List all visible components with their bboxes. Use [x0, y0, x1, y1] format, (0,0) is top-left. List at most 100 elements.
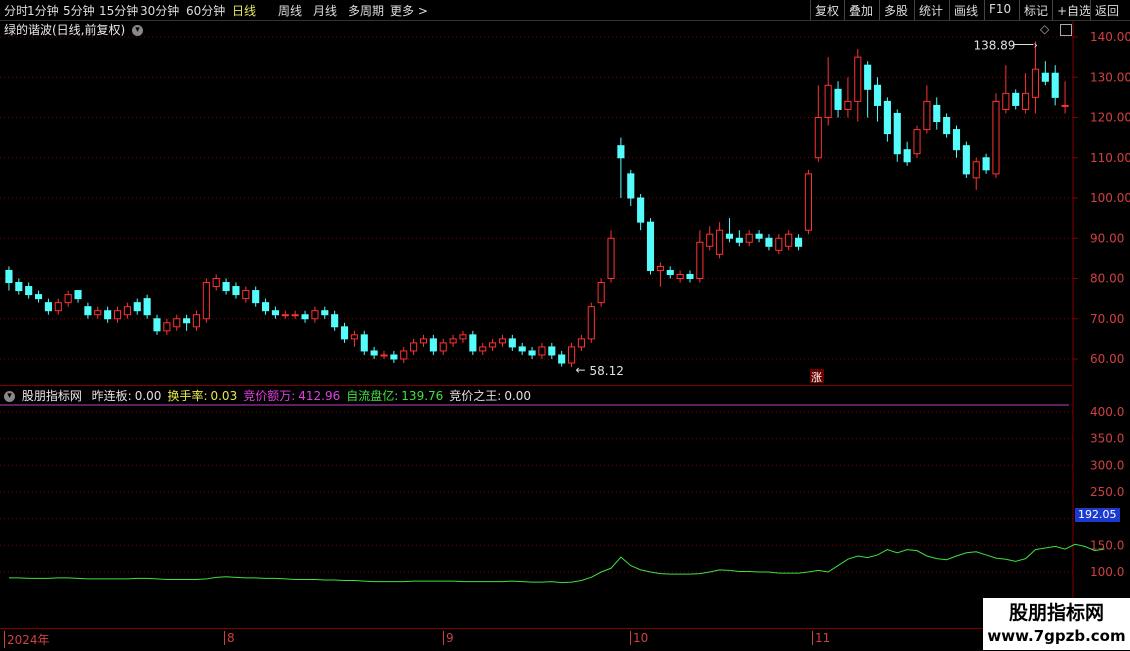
candle[interactable] — [1031, 68, 1040, 98]
diamond-icon[interactable]: ◇ — [1040, 22, 1049, 36]
candle[interactable] — [834, 88, 842, 110]
candle[interactable] — [913, 129, 921, 155]
candle[interactable] — [5, 269, 13, 284]
candle[interactable] — [518, 346, 526, 352]
candle[interactable] — [824, 84, 832, 119]
candle[interactable] — [696, 241, 704, 279]
period-tab-3[interactable]: 15分钟 — [99, 2, 138, 19]
candle[interactable] — [212, 278, 220, 288]
candle[interactable] — [340, 326, 349, 340]
candle[interactable] — [192, 314, 201, 328]
candle[interactable] — [716, 229, 724, 255]
candle[interactable] — [64, 294, 72, 304]
candle[interactable] — [883, 100, 891, 135]
candle[interactable] — [25, 286, 33, 296]
period-tab-2[interactable]: 5分钟 — [63, 2, 95, 19]
candle[interactable] — [528, 350, 536, 356]
candle[interactable] — [873, 84, 882, 106]
candle[interactable] — [775, 237, 783, 251]
candle[interactable] — [952, 129, 961, 151]
candle[interactable] — [113, 310, 122, 320]
period-tab-1[interactable]: 1分钟 — [27, 2, 59, 19]
candle[interactable] — [548, 346, 556, 356]
candle[interactable] — [262, 302, 270, 312]
candle[interactable] — [153, 318, 161, 332]
candle[interactable] — [331, 314, 339, 328]
candle[interactable] — [706, 233, 714, 247]
candle[interactable] — [972, 161, 980, 179]
period-tab-6[interactable]: 日线 — [232, 2, 256, 19]
toolbar-button-7[interactable]: +自选 — [1057, 2, 1091, 19]
candle[interactable] — [577, 338, 585, 348]
candle[interactable] — [44, 302, 52, 312]
candle[interactable] — [163, 322, 171, 332]
candle[interactable] — [982, 157, 990, 171]
candle[interactable] — [143, 298, 151, 316]
toolbar-button-8[interactable]: 返回 — [1095, 2, 1119, 19]
candle[interactable] — [508, 338, 516, 348]
candle[interactable] — [923, 100, 931, 131]
candlestick-chart[interactable]: 140.00 130.00 120.00 110.00 100.00 90.00 80.00… — [0, 21, 1130, 406]
candle[interactable] — [725, 233, 734, 239]
candle[interactable] — [597, 282, 605, 304]
panel-toggle-icon[interactable] — [1060, 24, 1072, 36]
toolbar-button-5[interactable]: F10 — [989, 2, 1011, 16]
candle[interactable] — [1022, 92, 1030, 110]
candle[interactable] — [271, 310, 279, 316]
candle[interactable] — [242, 290, 250, 300]
candle[interactable] — [785, 233, 793, 247]
candle[interactable] — [745, 233, 753, 243]
candle[interactable] — [1041, 72, 1049, 82]
candle[interactable] — [429, 338, 437, 352]
period-tab-10[interactable]: 更多 > — [390, 2, 428, 19]
indicator-chart[interactable]: 400.0350.0300.0250.0150.0100.0 — [0, 403, 1130, 628]
candle[interactable] — [814, 117, 822, 159]
stock-title[interactable]: 绿的谐波(日线,前复权) ▾ — [4, 21, 144, 38]
candle[interactable] — [222, 282, 230, 292]
candle[interactable] — [449, 338, 457, 344]
candle[interactable] — [854, 56, 862, 102]
candle[interactable] — [133, 302, 141, 312]
candle[interactable] — [765, 237, 773, 247]
candle[interactable] — [933, 104, 941, 123]
chevron-down-icon[interactable]: ▾ — [132, 25, 144, 36]
candle[interactable] — [202, 282, 210, 320]
period-tab-9[interactable]: 多周期 — [348, 2, 384, 19]
candle[interactable] — [666, 269, 674, 275]
candle[interactable] — [893, 112, 901, 155]
candle[interactable] — [459, 334, 467, 340]
candle[interactable] — [587, 306, 595, 340]
candle[interactable] — [370, 350, 378, 356]
candle[interactable] — [943, 117, 951, 135]
candle[interactable] — [15, 282, 23, 292]
indicator-title[interactable]: ▾ 股朋指标网 昨连板: 0.00 换手率: 0.03 竞价额万: 412.96 自流盘亿:… — [4, 387, 531, 404]
candle[interactable] — [795, 237, 803, 247]
candle[interactable] — [646, 221, 655, 271]
period-tab-7[interactable]: 周线 — [278, 2, 302, 19]
period-tab-0[interactable]: 分时 — [4, 2, 28, 19]
candle[interactable] — [686, 273, 694, 280]
candle[interactable] — [360, 334, 368, 352]
candle[interactable] — [617, 145, 625, 159]
candle[interactable] — [962, 145, 970, 175]
candle[interactable] — [498, 338, 507, 344]
chevron-down-icon[interactable]: ▾ — [4, 391, 15, 402]
candle[interactable] — [627, 173, 635, 199]
candle[interactable] — [844, 100, 852, 110]
candle[interactable] — [301, 314, 309, 320]
candle[interactable] — [755, 233, 763, 239]
candle[interactable] — [804, 173, 812, 231]
toolbar-button-1[interactable]: 叠加 — [849, 2, 873, 19]
candle[interactable] — [54, 302, 62, 312]
candle[interactable] — [469, 334, 477, 352]
candle[interactable] — [173, 318, 181, 328]
period-tab-4[interactable]: 30分钟 — [140, 2, 179, 19]
candle[interactable] — [183, 318, 191, 324]
candle[interactable] — [321, 310, 329, 316]
candle[interactable] — [232, 286, 240, 296]
candle[interactable] — [864, 64, 872, 90]
candle[interactable] — [84, 306, 92, 316]
candle[interactable] — [419, 338, 428, 344]
candle[interactable] — [34, 294, 43, 300]
candle[interactable] — [676, 273, 684, 280]
